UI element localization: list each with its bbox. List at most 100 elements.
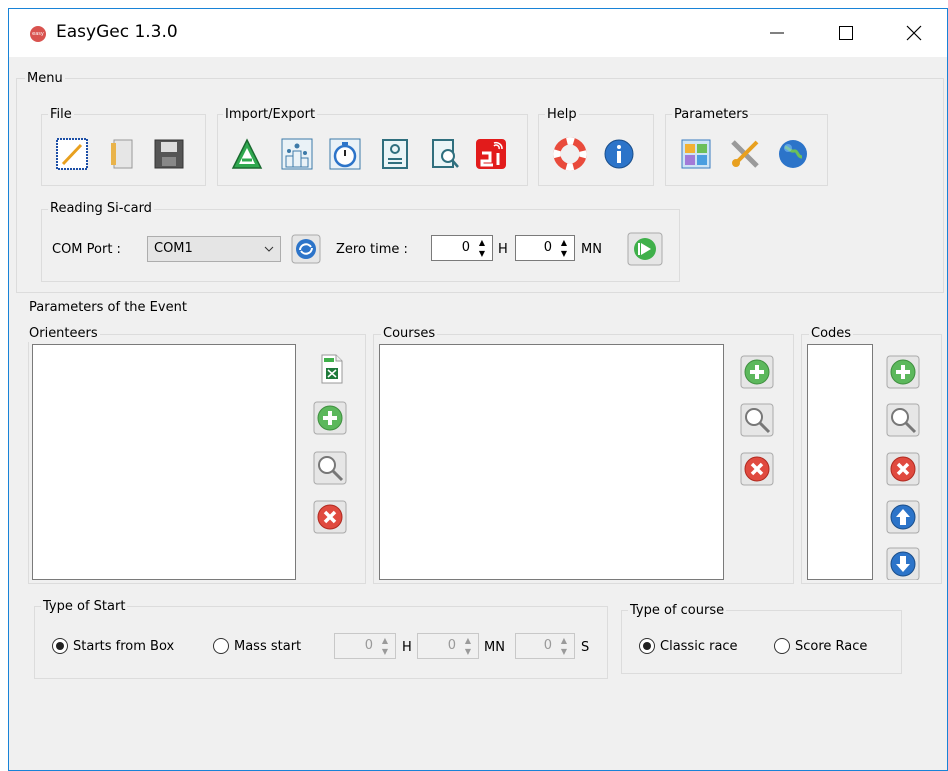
layout-icon — [681, 139, 711, 169]
add-icon — [313, 401, 347, 435]
start-hours-spinner[interactable]: 0 ▲ ▼ — [334, 633, 396, 659]
start-hours-value: 0 — [364, 638, 373, 653]
spinner-arrows[interactable]: ▲ ▼ — [377, 636, 393, 656]
open-file-button[interactable] — [104, 136, 140, 172]
arrow-down-icon — [886, 547, 920, 580]
move-code-up-button[interactable] — [885, 499, 921, 535]
minimize-icon — [770, 32, 784, 34]
zero-time-label: Zero time : — [336, 242, 408, 257]
score-race-label: Score Race — [795, 638, 868, 654]
maximize-button[interactable] — [823, 9, 869, 57]
add-icon — [740, 355, 774, 389]
arrow-up-icon: ▲ — [464, 636, 472, 645]
move-code-down-button[interactable] — [885, 547, 921, 580]
orienteers-list[interactable] — [32, 344, 296, 580]
contact-card-button[interactable] — [377, 136, 413, 172]
import-excel-button[interactable] — [313, 351, 349, 387]
delete-orienteer-button[interactable] — [312, 499, 348, 535]
arrow-down-icon: ▼ — [560, 249, 568, 258]
lifebuoy-icon — [553, 137, 587, 171]
title-bar[interactable]: easy EasyGec 1.3.0 — [9, 9, 947, 57]
chevron-down-icon — [264, 246, 274, 252]
arrow-down-icon: ▼ — [464, 647, 472, 656]
classic-race-radio[interactable]: Classic race — [639, 638, 738, 654]
layout-button[interactable] — [678, 136, 714, 172]
arrow-up-icon: ▲ — [381, 636, 389, 645]
import-export-title: Import/Export — [223, 107, 318, 123]
new-file-icon — [56, 138, 88, 170]
delete-icon — [313, 500, 347, 534]
codes-list[interactable] — [807, 344, 873, 580]
arrow-up-icon: ▲ — [560, 238, 568, 247]
save-file-icon — [154, 139, 184, 169]
starts-from-box-label: Starts from Box — [73, 638, 175, 654]
import-a-button[interactable] — [229, 136, 265, 172]
app-window: easy EasyGec 1.3.0 Menu File Import/Expo… — [8, 8, 948, 771]
close-icon — [906, 25, 922, 41]
delete-icon — [886, 452, 920, 486]
delete-code-button[interactable] — [885, 451, 921, 487]
start-seconds-value: 0 — [543, 638, 552, 653]
lifebuoy-button[interactable] — [552, 136, 588, 172]
zero-minutes-spinner[interactable]: 0 ▲ ▼ — [515, 235, 575, 261]
arrow-up-icon — [886, 500, 920, 534]
search-orienteer-button[interactable] — [312, 450, 348, 486]
tools-icon — [731, 140, 759, 168]
search-course-button[interactable] — [739, 402, 775, 438]
mass-start-radio[interactable]: Mass start — [213, 638, 301, 654]
minimize-button[interactable] — [754, 9, 800, 57]
start-reading-button[interactable] — [627, 231, 663, 267]
score-race-radio[interactable]: Score Race — [774, 638, 867, 654]
delete-icon — [740, 452, 774, 486]
arrow-up-icon: ▲ — [560, 636, 568, 645]
starts-from-box-radio[interactable]: Starts from Box — [52, 638, 174, 654]
mass-start-label: Mass start — [234, 638, 302, 654]
add-orienteer-button[interactable] — [312, 400, 348, 436]
search-code-button[interactable] — [885, 402, 921, 438]
search-document-button[interactable] — [427, 136, 463, 172]
spinner-arrows[interactable]: ▲ ▼ — [556, 636, 572, 656]
classic-race-label: Classic race — [660, 638, 738, 654]
start-minutes-spinner[interactable]: 0 ▲ ▼ — [417, 633, 479, 659]
si-logo-button[interactable] — [473, 136, 509, 172]
save-file-button[interactable] — [151, 136, 187, 172]
tools-button[interactable] — [727, 136, 763, 172]
start-minutes-unit: MN — [484, 640, 505, 655]
spinner-arrows[interactable]: ▲ ▼ — [474, 238, 490, 258]
zero-hours-value: 0 — [461, 240, 470, 255]
maximize-icon — [839, 26, 853, 40]
open-file-icon — [111, 139, 133, 169]
refresh-icon — [291, 234, 321, 264]
spinner-arrows[interactable]: ▲ ▼ — [556, 238, 572, 258]
globe-button[interactable] — [775, 136, 811, 172]
start-seconds-spinner[interactable]: 0 ▲ ▼ — [515, 633, 575, 659]
courses-list[interactable] — [379, 344, 724, 580]
stopwatch-button[interactable] — [327, 136, 363, 172]
search-icon — [313, 451, 347, 485]
radio-unchecked-icon — [213, 638, 229, 654]
globe-icon — [779, 140, 807, 168]
add-icon — [886, 355, 920, 389]
spinner-arrows[interactable]: ▲ ▼ — [460, 636, 476, 656]
codes-title: Codes — [809, 326, 854, 342]
close-button[interactable] — [891, 9, 937, 57]
arrow-down-icon: ▼ — [478, 249, 486, 258]
add-code-button[interactable] — [885, 354, 921, 390]
parameters-group-title: Parameters — [672, 107, 751, 123]
info-button[interactable] — [601, 136, 637, 172]
delete-course-button[interactable] — [739, 451, 775, 487]
refresh-button[interactable] — [288, 231, 324, 267]
app-icon: easy — [30, 26, 46, 42]
type-of-start-title: Type of Start — [41, 599, 128, 615]
podium-button[interactable] — [279, 136, 315, 172]
new-file-button[interactable] — [54, 136, 90, 172]
stopwatch-icon — [329, 138, 361, 170]
import-a-icon — [231, 138, 263, 169]
start-seconds-unit: S — [581, 640, 590, 655]
add-course-button[interactable] — [739, 354, 775, 390]
com-port-select[interactable]: COM1 — [147, 236, 281, 262]
excel-file-icon — [321, 354, 343, 384]
arrow-down-icon: ▼ — [560, 647, 568, 656]
zero-hours-spinner[interactable]: 0 ▲ ▼ — [431, 235, 493, 261]
radio-checked-icon — [639, 638, 655, 654]
